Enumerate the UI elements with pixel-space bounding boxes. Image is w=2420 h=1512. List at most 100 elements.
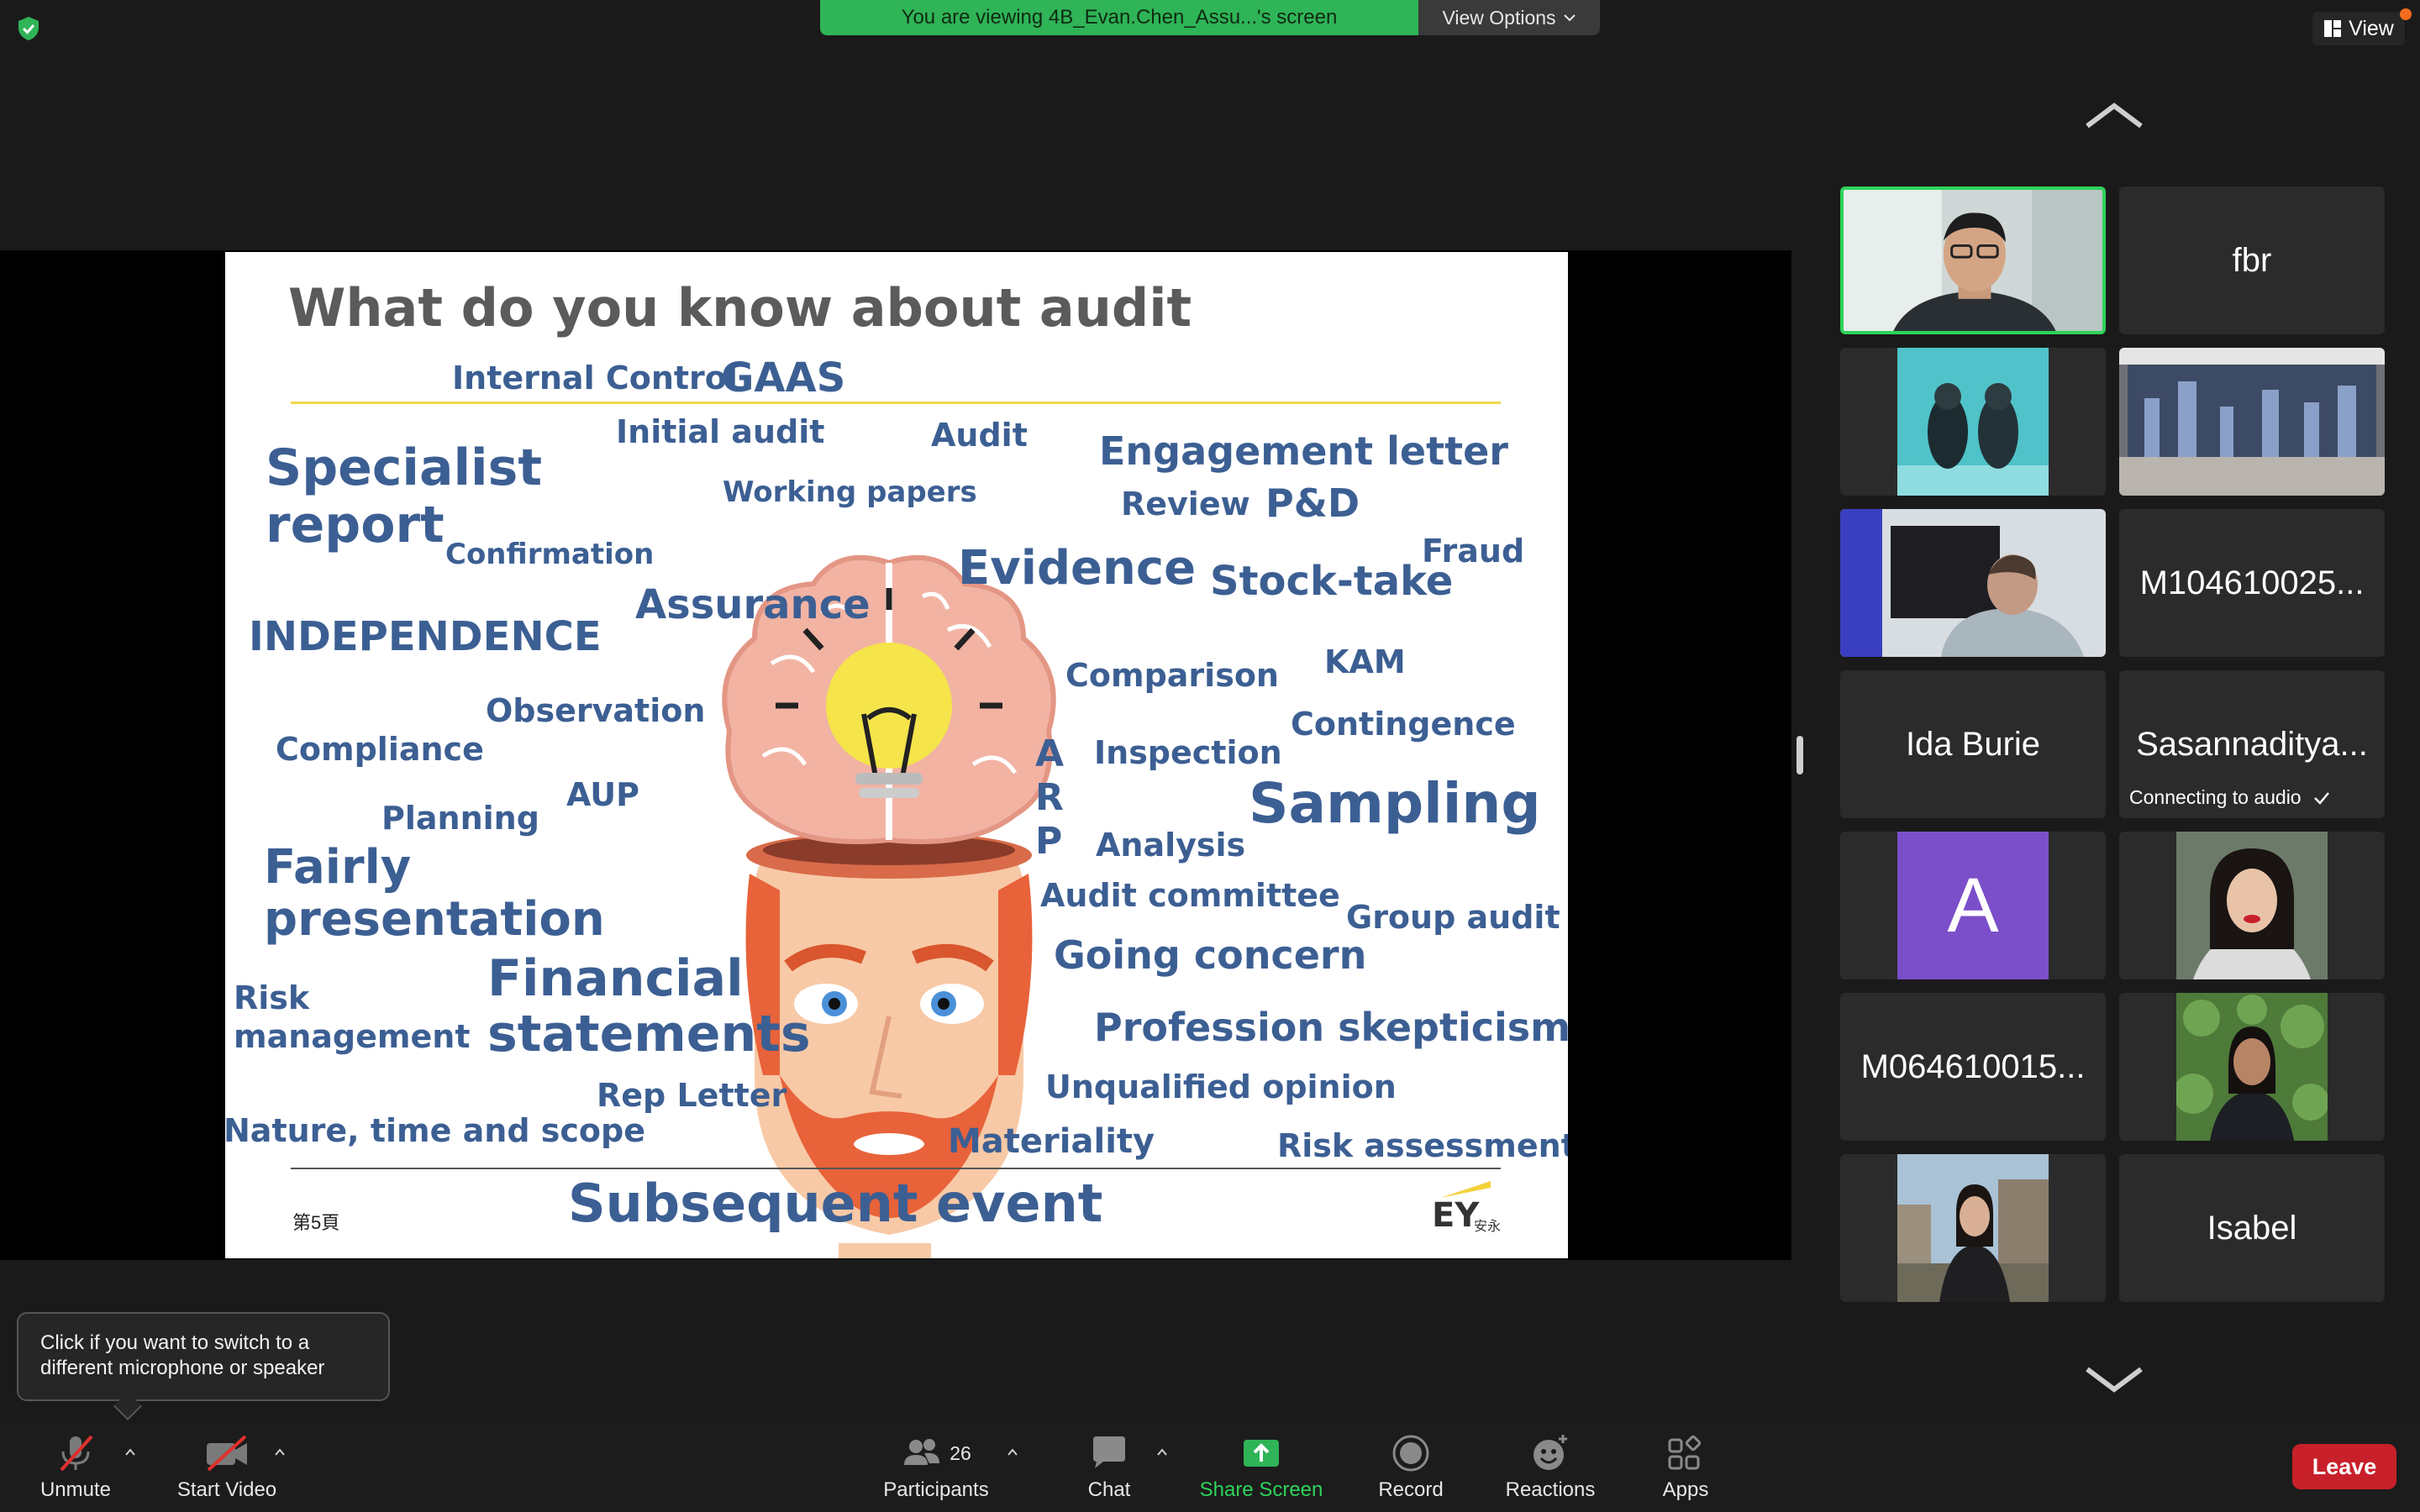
slide-title: What do you know about audit: [288, 277, 1192, 339]
participants-label: Participants: [883, 1478, 989, 1501]
participant-tile[interactable]: Ida Burie: [1840, 670, 2106, 818]
word-rep-letter: Rep Letter: [597, 1077, 787, 1114]
word-analysis: Analysis: [1096, 827, 1246, 864]
word-statements: statements: [487, 1005, 811, 1063]
participant-tile[interactable]: [2119, 993, 2385, 1141]
word-internal-control: Internal Control: [452, 360, 738, 396]
word-sampling: Sampling: [1249, 771, 1541, 836]
word-audit: Audit: [931, 417, 1028, 454]
participants-button[interactable]: 26 Participants: [874, 1433, 998, 1502]
word-specialist: Specialist: [266, 438, 543, 497]
word-stock-take: Stock-take: [1210, 558, 1454, 605]
gallery-page-up-icon[interactable]: [2081, 99, 2148, 133]
word-comparison: Comparison: [1065, 657, 1279, 694]
word-audit-committee: Audit committee: [1040, 877, 1340, 914]
word-evidence: Evidence: [958, 541, 1197, 596]
banner-text: You are viewing 4B_Evan.Chen_Assu...'s s…: [901, 6, 1338, 29]
word-engagement-letter: Engagement letter: [1099, 428, 1508, 474]
record-button[interactable]: Record: [1366, 1433, 1455, 1502]
ey-logo: EY 安永: [1432, 1179, 1507, 1242]
participant-video-feed: [2176, 832, 2328, 979]
participant-avatar: A: [1897, 832, 2049, 979]
participant-name: Isabel: [2207, 1209, 2297, 1247]
word-confirmation: Confirmation: [445, 538, 655, 571]
participant-video-feed: [1844, 190, 2102, 331]
participant-tile[interactable]: M104610025...: [2119, 509, 2385, 657]
participant-video-feed: [1897, 1154, 2049, 1302]
share-screen-icon: [1244, 1440, 1279, 1467]
participant-tile[interactable]: [1840, 348, 2106, 496]
participant-tile-active-speaker[interactable]: [1840, 186, 2106, 334]
word-management: management: [234, 1018, 471, 1055]
view-options-button[interactable]: View Options: [1418, 0, 1600, 35]
participant-tile[interactable]: fbr: [2119, 186, 2385, 334]
title-divider: [291, 402, 1501, 404]
word-financial: Financial: [487, 949, 744, 1008]
participant-video-feed: [1840, 509, 2106, 657]
word-materiality: Materiality: [948, 1122, 1155, 1161]
split-view-resize-handle[interactable]: [1797, 736, 1803, 774]
participant-tile[interactable]: [2119, 832, 2385, 979]
share-screen-label: Share Screen: [1199, 1478, 1323, 1501]
word-kam: KAM: [1324, 643, 1406, 680]
share-screen-button[interactable]: Share Screen: [1192, 1433, 1331, 1502]
word-risk-assessment: Risk assessment: [1277, 1127, 1568, 1164]
word-fairly: Fairly: [264, 840, 412, 895]
apps-label: Apps: [1662, 1478, 1709, 1501]
word-compliance: Compliance: [276, 731, 484, 768]
record-label: Record: [1378, 1478, 1444, 1501]
participant-tile[interactable]: [1840, 509, 2106, 657]
leave-meeting-button[interactable]: Leave: [2292, 1444, 2396, 1489]
unmute-label: Unmute: [39, 1478, 112, 1501]
word-arp-r: R: [1035, 776, 1064, 819]
word-profession-skepticism: Profession skepticism: [1094, 1005, 1568, 1050]
chat-button[interactable]: Chat: [1065, 1433, 1153, 1502]
word-nature-time-scope: Nature, time and scope: [225, 1112, 645, 1149]
participant-tile[interactable]: Sasannaditya... Connecting to audio: [2119, 670, 2385, 818]
start-video-button[interactable]: Start Video: [168, 1433, 286, 1502]
audio-status-text: Connecting to audio: [2129, 786, 2302, 808]
footer-divider: [291, 1168, 1501, 1169]
participant-name: fbr: [2232, 241, 2272, 279]
microphone-muted-icon: [60, 1435, 93, 1472]
video-options-caret-icon[interactable]: [274, 1446, 286, 1458]
chat-caret-icon[interactable]: [1156, 1446, 1168, 1458]
unmute-button[interactable]: Unmute: [34, 1433, 118, 1502]
ey-logo-subtext: 安永: [1474, 1220, 1502, 1234]
word-arp-a: A: [1035, 732, 1065, 775]
participant-tile[interactable]: M064610015...: [1840, 993, 2106, 1141]
participant-tile[interactable]: [2119, 348, 2385, 496]
word-assurance: Assurance: [635, 581, 871, 628]
participant-name: Sasannaditya...: [2136, 725, 2368, 763]
word-working-papers: Working papers: [723, 475, 977, 509]
word-going-concern: Going concern: [1054, 932, 1367, 978]
participant-video-feed: [1897, 348, 2049, 496]
word-observation: Observation: [486, 692, 706, 729]
gallery-page-down-icon[interactable]: [2081, 1362, 2148, 1396]
security-shield-icon[interactable]: [15, 15, 42, 42]
audio-status: Connecting to audio: [2129, 786, 2330, 809]
chat-label: Chat: [1087, 1478, 1131, 1501]
word-inspection: Inspection: [1094, 734, 1282, 771]
participant-tile[interactable]: [1840, 1154, 2106, 1302]
word-group-audit: Group audit: [1346, 899, 1560, 936]
view-layout-button[interactable]: View: [2312, 12, 2405, 45]
participant-tile[interactable]: A: [1840, 832, 2106, 979]
checkmark-icon: [2313, 791, 2329, 805]
slide-page-number: 第5頁: [292, 1212, 340, 1233]
start-video-label: Start Video: [176, 1478, 277, 1501]
word-report: report: [266, 496, 445, 554]
audio-tooltip: Click if you want to switch to a differe…: [17, 1312, 390, 1401]
participants-caret-icon[interactable]: [1007, 1446, 1018, 1458]
participant-tile[interactable]: Isabel: [2119, 1154, 2385, 1302]
word-risk: Risk: [234, 979, 310, 1016]
reactions-label: Reactions: [1505, 1478, 1596, 1501]
reactions-button[interactable]: Reactions: [1496, 1433, 1605, 1502]
word-p-and-d: P&D: [1265, 480, 1360, 526]
ey-logo-text: EY: [1432, 1196, 1480, 1235]
participant-video-feed: [2119, 348, 2385, 496]
notification-dot: [2400, 8, 2412, 20]
participant-video-feed: [2176, 993, 2328, 1141]
apps-button[interactable]: Apps: [1644, 1433, 1728, 1502]
audio-options-caret-icon[interactable]: [124, 1446, 136, 1458]
